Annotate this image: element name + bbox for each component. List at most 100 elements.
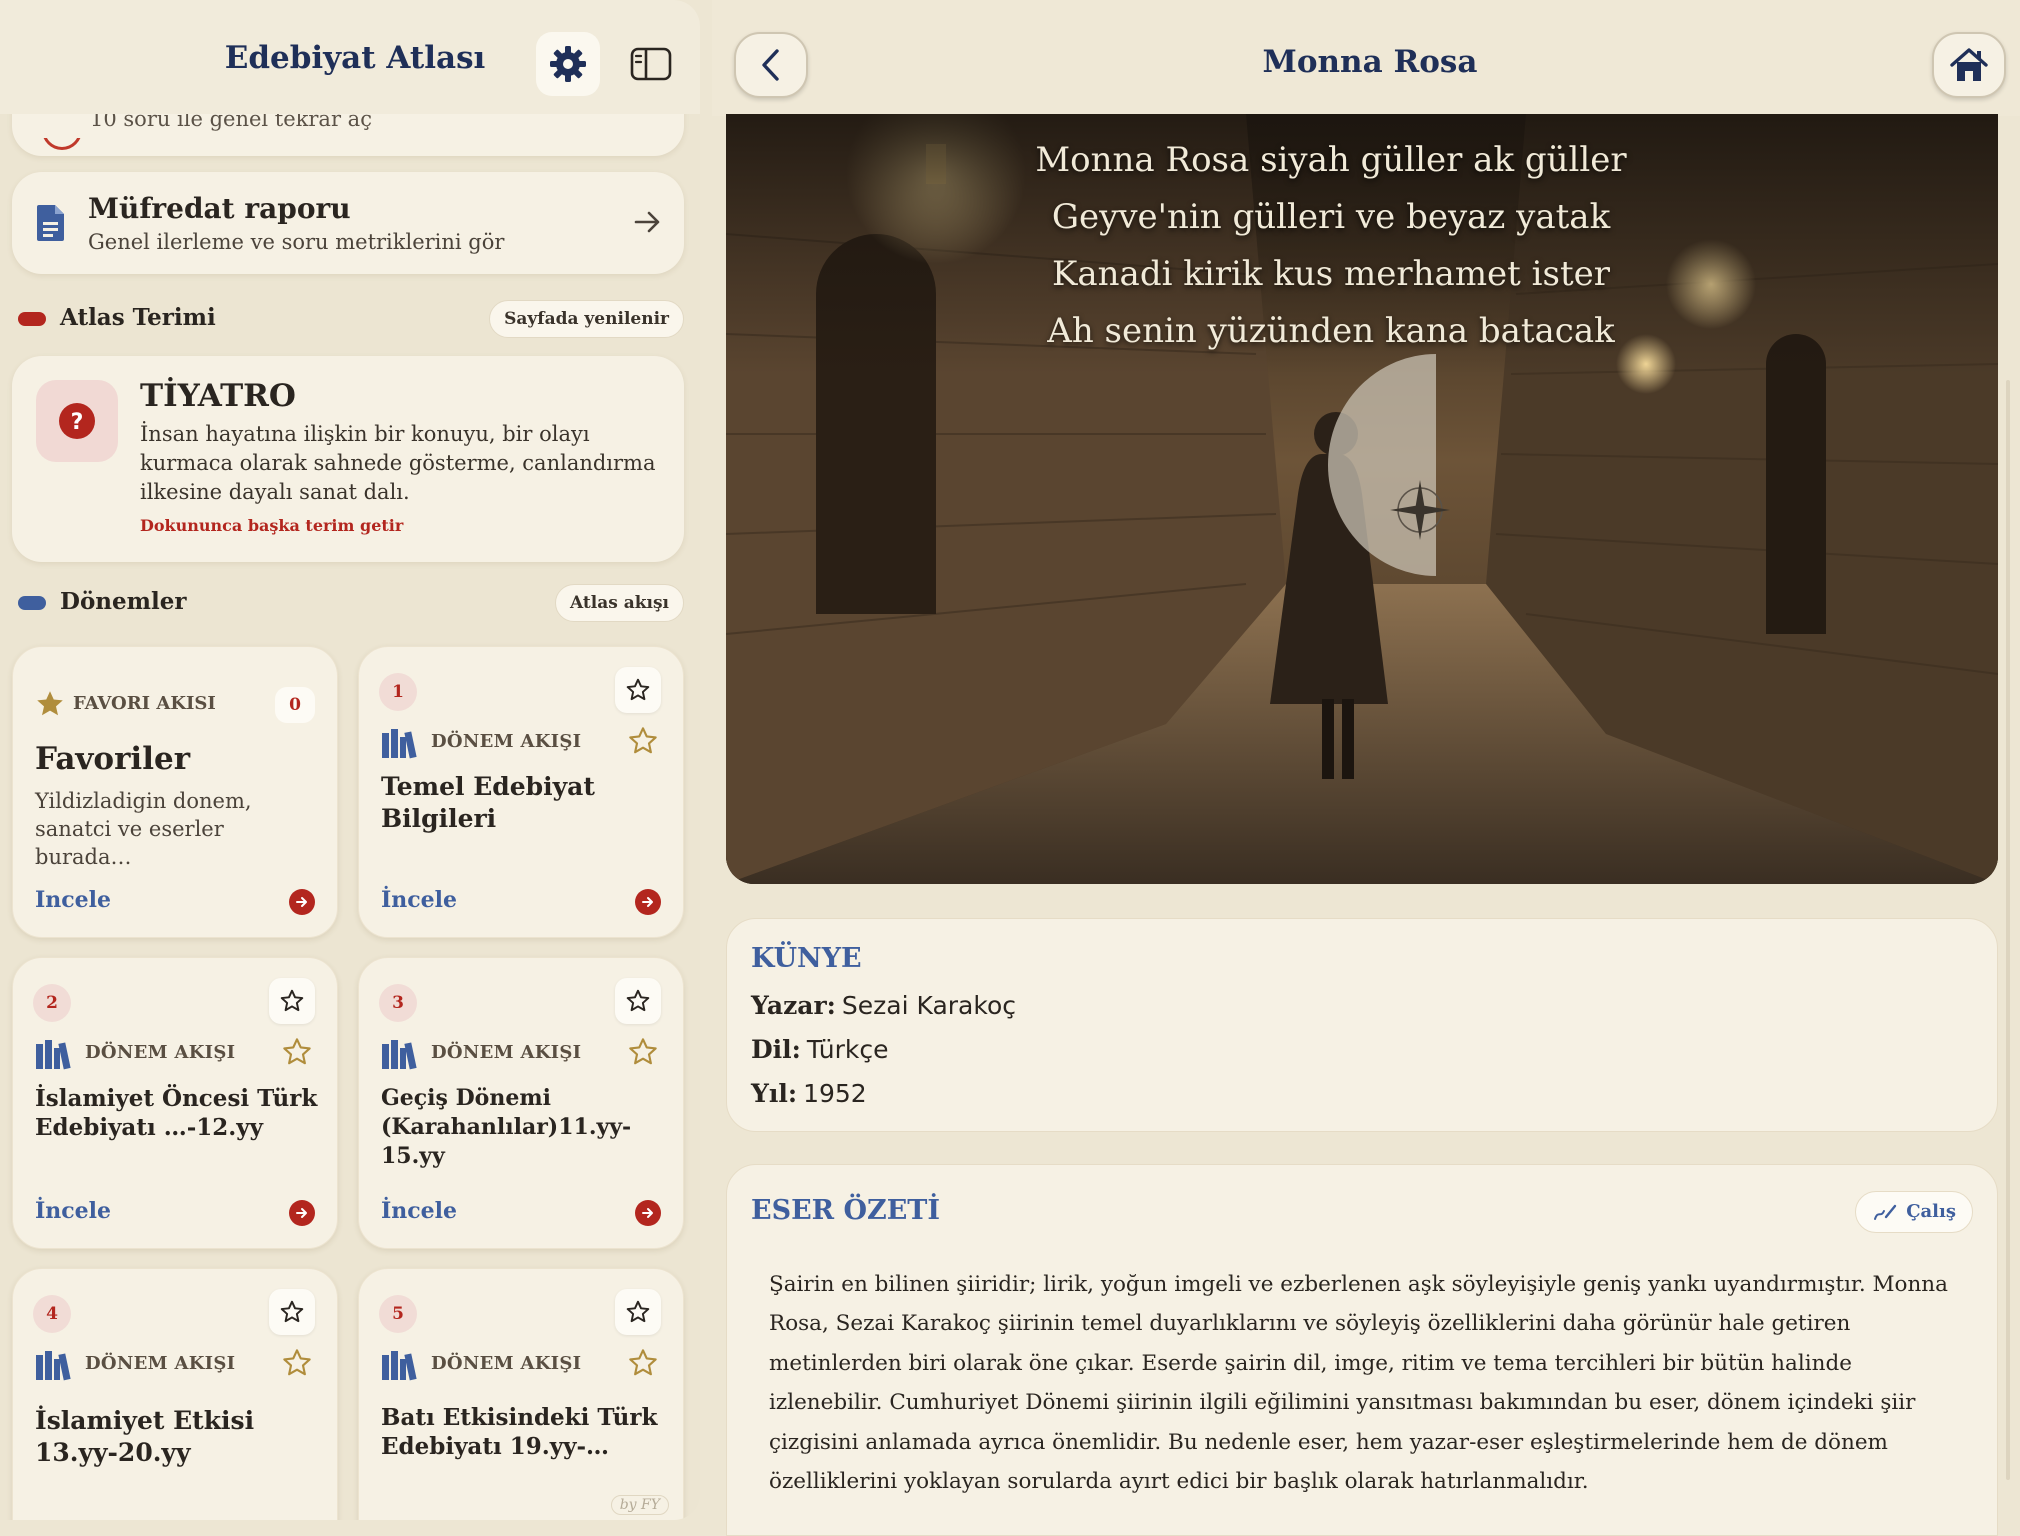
section-marker: [18, 596, 46, 610]
refresh-on-page-button[interactable]: Sayfada yenilenir: [489, 300, 684, 338]
atlas-flow-button[interactable]: Atlas akışı: [555, 584, 684, 622]
go-arrow-icon[interactable]: [289, 1200, 315, 1226]
term-hint: Dokununca başka terim getir: [140, 516, 404, 535]
summary-card: ESER ÖZETİ Çalış Şairin en bilinen şiiri…: [726, 1164, 1998, 1536]
summary-title: ESER ÖZETİ: [751, 1195, 941, 1226]
language-row: Dil: Türkçe: [751, 1035, 888, 1064]
star-outline-icon[interactable]: [627, 725, 659, 757]
document-icon: [37, 205, 64, 241]
period-card[interactable]: 2 DÖNEM AKIŞI İslamiyet Öncesi Türk Edeb…: [12, 957, 338, 1249]
poem-line: Ah senin yüzünden kana batacak: [1047, 311, 1615, 351]
period-number-badge: 5: [379, 1295, 417, 1333]
back-button[interactable]: [734, 32, 808, 98]
period-title: Temel Edebiyat Bilgileri: [381, 772, 595, 833]
question-icon: ?: [59, 403, 95, 439]
section-marker: [18, 312, 46, 326]
star-outline-icon[interactable]: [627, 1347, 659, 1379]
period-card[interactable]: 5 DÖNEM AKIŞI Batı Etkisindeki Türk Edeb…: [358, 1268, 684, 1520]
star-outline-icon: [626, 1300, 650, 1323]
inspect-link[interactable]: Incele: [35, 887, 111, 913]
star-outline-icon: [626, 989, 650, 1012]
favorite-star-button[interactable]: [615, 1289, 661, 1335]
inspect-link[interactable]: İncele: [381, 1198, 457, 1224]
inspect-link[interactable]: İncele: [381, 887, 457, 913]
periods-section-header: Dönemler Atlas akışı: [16, 584, 684, 624]
star-outline-icon[interactable]: [281, 1036, 313, 1068]
period-number-badge: 1: [379, 673, 417, 711]
star-outline-icon[interactable]: [627, 1036, 659, 1068]
language-value: Türkçe: [806, 1035, 889, 1064]
svg-text:?: ?: [71, 410, 84, 435]
books-icon: [382, 1351, 417, 1381]
curriculum-report-subtitle: Genel ilerleme ve soru metriklerini gör: [88, 230, 505, 254]
study-button[interactable]: Çalış: [1855, 1191, 1973, 1233]
page-title: Monna Rosa: [1262, 44, 1478, 80]
atlas-term-card[interactable]: ? TİYATRO İnsan hayatına ilişkin bir kon…: [12, 356, 684, 562]
inspect-link[interactable]: İncele: [35, 1198, 111, 1224]
favorite-star-button[interactable]: [269, 978, 315, 1024]
books-icon: [36, 1351, 71, 1381]
kunye-title: KÜNYE: [751, 943, 862, 974]
go-arrow-icon[interactable]: [289, 889, 315, 915]
section-title: Atlas Terimi: [60, 304, 216, 331]
term-title: TİYATRO: [140, 378, 296, 414]
sidebar-header: Edebiyat Atlası: [0, 0, 700, 114]
arrow-right-icon: [634, 211, 660, 233]
period-kind: DÖNEM AKIŞI: [431, 1042, 582, 1063]
kunye-card: KÜNYE Yazar: Sezai Karakoç Dil: Türkçe Yıl…: [726, 918, 1998, 1132]
books-icon: [382, 1040, 417, 1070]
period-kind: DÖNEM AKIŞI: [431, 731, 582, 752]
period-kind: DÖNEM AKIŞI: [85, 1353, 236, 1374]
home-icon: [1950, 48, 1988, 81]
settings-button[interactable]: [536, 32, 600, 96]
summary-text: Şairin en bilinen şiiridir; lirik, yoğun…: [769, 1272, 1948, 1495]
review-icon: [42, 138, 82, 150]
period-title: İslamiyet Öncesi Türk Edebiyatı …-12.yy: [35, 1085, 318, 1141]
period-title: Geçiş Dönemi (Karahanlılar)11.yy-15.yy: [381, 1085, 632, 1169]
star-icon: [37, 691, 63, 716]
period-number-badge: 2: [33, 984, 71, 1022]
watermark: by FY: [610, 1495, 669, 1515]
period-card[interactable]: 4 DÖNEM AKIŞI İslamiyet Etkisi 13.yy-20.…: [12, 1268, 338, 1520]
period-card[interactable]: 3 DÖNEM AKIŞI Geçiş Dönemi (Karahanlılar…: [358, 957, 684, 1249]
atlas-term-section-header: Atlas Terimi Sayfada yenilenir: [16, 300, 684, 340]
favorites-description: Yildizladigin donem, sanatci ve eserler …: [35, 789, 252, 869]
home-button[interactable]: [1932, 32, 2006, 98]
sidebar-toggle-icon[interactable]: [630, 46, 672, 82]
chevron-left-icon: [762, 49, 779, 81]
favorites-card[interactable]: FAVORI AKISI 0 Favoriler Yildizladigin d…: [12, 646, 338, 938]
favorites-title: Favoriler: [35, 741, 191, 777]
author-value: Sezai Karakoç: [841, 991, 1016, 1020]
curriculum-report-title: Müfredat raporu: [88, 192, 351, 225]
star-outline-icon[interactable]: [281, 1347, 313, 1379]
favorite-star-button[interactable]: [269, 1289, 315, 1335]
study-button-label: Çalış: [1906, 1201, 1956, 1222]
favorite-star-button[interactable]: [615, 667, 661, 713]
question-icon-box: ?: [36, 380, 118, 462]
period-kind: DÖNEM AKIŞI: [85, 1042, 236, 1063]
gear-icon: [550, 46, 586, 82]
curriculum-report-card[interactable]: Müfredat raporu Genel ilerleme ve soru m…: [12, 172, 684, 274]
compass-seal-icon: [1328, 354, 1450, 576]
star-outline-icon: [280, 989, 304, 1012]
go-arrow-icon[interactable]: [635, 1200, 661, 1226]
term-description: İnsan hayatına ilişkin bir konuyu, bir o…: [140, 422, 656, 504]
go-arrow-icon[interactable]: [635, 889, 661, 915]
author-label: Yazar:: [751, 991, 836, 1020]
year-label: Yıl:: [751, 1079, 798, 1108]
favorites-kind: FAVORI AKISI: [73, 693, 216, 714]
favorites-count-badge: 0: [275, 687, 315, 723]
period-kind: DÖNEM AKIŞI: [431, 1353, 582, 1374]
books-icon: [382, 729, 417, 759]
favorite-star-button[interactable]: [615, 978, 661, 1024]
period-number-badge: 4: [33, 1295, 71, 1333]
period-card[interactable]: 1 DÖNEM AKIŞI Temel Edebiyat Bilgileri İ…: [358, 646, 684, 938]
year-value: 1952: [803, 1079, 867, 1108]
star-outline-icon: [626, 678, 650, 701]
poem-line: Kanadi kirik kus merhamet ister: [1051, 254, 1611, 294]
period-title: Batı Etkisindeki Türk Edebiyatı 19.yy-…: [381, 1404, 658, 1460]
star-outline-icon: [280, 1300, 304, 1323]
poem-hero-image: Monna Rosa siyah güller ak güller Geyve'…: [726, 114, 1998, 884]
author-row: Yazar: Sezai Karakoç: [751, 991, 1016, 1020]
scrollbar[interactable]: [2006, 380, 2010, 1480]
